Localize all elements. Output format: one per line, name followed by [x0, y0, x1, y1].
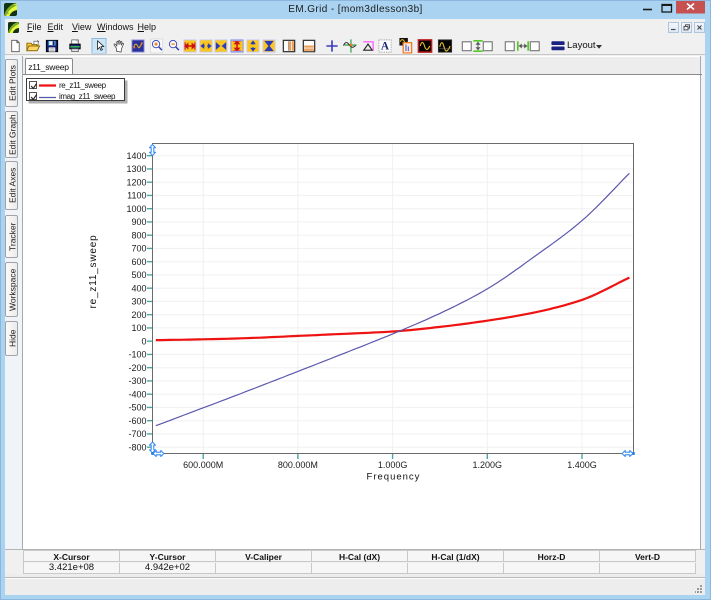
svg-text:-100: -100 [128, 350, 146, 360]
svg-text:600: 600 [131, 257, 146, 267]
svg-text:1400: 1400 [126, 151, 146, 161]
svg-text:-600: -600 [128, 416, 146, 426]
svg-text:-500: -500 [128, 403, 146, 413]
svg-text:900: 900 [131, 217, 146, 227]
svg-text:re_z11_sweep: re_z11_sweep [88, 235, 99, 309]
svg-text:1.000G: 1.000G [378, 460, 408, 470]
svg-text:-200: -200 [128, 363, 146, 373]
svg-text:-300: -300 [128, 376, 146, 386]
svg-text:1200: 1200 [126, 177, 146, 187]
svg-text:-700: -700 [128, 429, 146, 439]
svg-text:-800: -800 [128, 442, 146, 452]
svg-text:Frequency: Frequency [367, 472, 421, 483]
svg-text:1100: 1100 [127, 191, 146, 201]
svg-text:A: A [381, 41, 390, 53]
svg-text:1.400G: 1.400G [567, 460, 597, 470]
svg-text:100: 100 [131, 323, 146, 333]
svg-text:1.200G: 1.200G [473, 460, 503, 470]
svg-text:300: 300 [131, 297, 146, 307]
svg-text:1300: 1300 [126, 164, 146, 174]
svg-text:1000: 1000 [126, 204, 146, 214]
svg-text:800.000M: 800.000M [278, 460, 318, 470]
svg-text:500: 500 [131, 270, 146, 280]
svg-text:400: 400 [131, 283, 146, 293]
svg-text:200: 200 [131, 310, 146, 320]
svg-text:0: 0 [141, 336, 146, 346]
svg-text:800: 800 [131, 230, 146, 240]
svg-text:-400: -400 [128, 389, 146, 399]
svg-text:600.000M: 600.000M [183, 460, 223, 470]
svg-text:700: 700 [131, 244, 146, 254]
